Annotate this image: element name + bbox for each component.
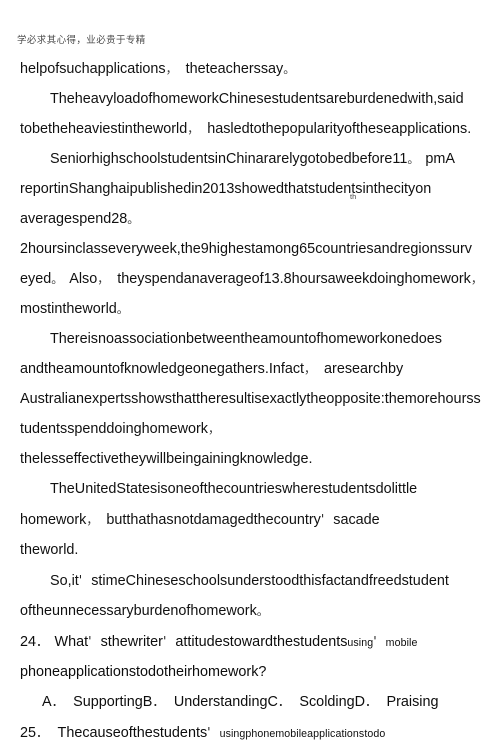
paragraph-line: TheUnitedStatesisoneofthecountrieswheres… xyxy=(20,474,483,504)
paragraph-line: Thereisnoassociationbetweentheamountofho… xyxy=(20,324,483,354)
cjk-period: 。 xyxy=(116,302,129,316)
line-text: andtheamountofknowledgeonegathers.Infact xyxy=(20,361,305,377)
line-text: oftheunnecessaryburdenofhomework xyxy=(20,603,257,619)
option-text-a[interactable]: Supporting xyxy=(73,694,143,710)
paragraph-line: Australianexpertsshowsthattheresultisexa… xyxy=(20,384,483,414)
paragraph-line: homework， butthathasnotdamagedthecountry'… xyxy=(20,504,483,535)
option-label-c[interactable]: C xyxy=(267,694,277,710)
line-text: mostintheworld xyxy=(20,301,117,317)
question-24-options: A． SupportingB． UnderstandingC． ScoldingD． P… xyxy=(20,687,483,717)
question-stem-small2: mobile xyxy=(385,637,418,649)
paragraph-line: 2hoursinclasseveryweek,the9highestamong6… xyxy=(20,234,483,264)
line-text: So,it xyxy=(50,573,79,589)
option-label-a[interactable]: A xyxy=(42,694,52,710)
document-page: 学必求其心得，业必贵于专精 helpofsuchapplications， the… xyxy=(0,0,500,741)
cjk-comma: ， xyxy=(187,122,200,136)
option-label-b[interactable]: B xyxy=(143,694,153,710)
paragraph-line: TheheavyloadofhomeworkChinesestudentsare… xyxy=(20,84,483,114)
cjk-comma: ， xyxy=(208,422,221,436)
line-text: tobetheheaviestintheworld xyxy=(20,121,188,137)
line-text-cont: butthathasnotdamagedthecountry xyxy=(106,512,321,528)
line-text: 2hoursinclasseveryweek,the9highestamong6… xyxy=(20,241,472,257)
option-label-d[interactable]: D xyxy=(355,694,365,710)
option-text-c[interactable]: Scolding xyxy=(299,694,354,710)
line-text-cont: aresearchby xyxy=(324,361,404,377)
line-text: Thereisnoassociationbetweentheamountofho… xyxy=(50,331,442,347)
apostrophe: ' xyxy=(373,633,377,648)
option-text-b[interactable]: Understanding xyxy=(174,694,268,710)
line-text: thelesseffectivetheywillbeingainingknowl… xyxy=(20,451,313,467)
line-text: reportinShanghaipublishedin2013showedtha… xyxy=(20,181,432,197)
question-stem-small: usingphonemobileapplicationstodo xyxy=(219,728,386,740)
line-text-cont: hasledtothepopularityoftheseapplications… xyxy=(207,121,472,137)
cjk-comma: ， xyxy=(86,513,99,527)
line-text: Australianexpertsshowsthattheresultisexa… xyxy=(20,391,481,407)
line-text: TheheavyloadofhomeworkChinesestudentsare… xyxy=(50,91,464,107)
line-text-cont: Also xyxy=(69,271,98,287)
question-number-separator: ． xyxy=(36,725,49,740)
paragraph-line: reportinShanghaipublishedin2013showedtha… xyxy=(20,174,483,204)
question-stem-text3: attitudestowardthestudents xyxy=(175,634,348,650)
paragraph-line: theworld. xyxy=(20,535,483,565)
cjk-period: 。 xyxy=(256,604,269,618)
line-text-cont: theteacherssay xyxy=(185,61,284,77)
paragraph-line: tudentsspenddoinghomework， xyxy=(20,414,483,444)
question-stem-text: What xyxy=(54,634,89,650)
paragraph-line: SeniorhighschoolstudentsinChinararelygot… xyxy=(20,144,483,174)
question-number: 24 xyxy=(20,634,37,650)
option-text-d[interactable]: Praising xyxy=(387,694,439,710)
superscript-th: th xyxy=(350,192,357,201)
paragraph-line: So,it' stimeChineseschoolsunderstoodthisf… xyxy=(20,565,483,596)
line-text-cont2: theyspendanaverageof13.8hoursaweekdoingh… xyxy=(117,271,471,287)
paragraph-line: thelesseffectivetheywillbeingainingknowl… xyxy=(20,444,483,474)
paragraph-line: mostintheworld。 xyxy=(20,294,483,324)
question-24-stem-line2: phoneapplicationstodotheirhomework? xyxy=(20,658,483,687)
cjk-comma: ， xyxy=(165,62,178,76)
line-text-cont: pmA xyxy=(425,151,455,167)
cjk-comma: ， xyxy=(470,272,483,286)
line-text-cont: stimeChineseschoolsunderstoodthisfactand… xyxy=(91,573,449,589)
question-number: 25 xyxy=(20,725,37,741)
paragraph-line: tobetheheaviestintheworld， hasledtothepop… xyxy=(20,114,483,144)
line-text-cont2: sacade xyxy=(333,512,380,528)
line-text: helpofsuchapplications xyxy=(20,61,166,77)
line-text: SeniorhighschoolstudentsinChinararelygot… xyxy=(50,151,408,167)
question-stem-continuation: phoneapplicationstodotheirhomework? xyxy=(20,664,267,680)
line-text: tudentsspenddoinghomework xyxy=(20,421,209,437)
question-stem-text: Thecauseofthestudents xyxy=(57,725,208,741)
line-text: eyed xyxy=(20,271,52,287)
line-text: TheUnitedStatesisoneofthecountrieswheres… xyxy=(50,481,418,497)
running-header: 学必求其心得，业必贵于专精 xyxy=(17,35,146,46)
question-24-stem: 24． What' sthewriter' attitudestowardthestu… xyxy=(20,626,483,658)
paragraph-line: th averagespend28。 xyxy=(20,193,483,234)
apostrophe: ' xyxy=(207,724,211,739)
question-25-stem: 25． Thecauseofthestudents' usingphonemobil… xyxy=(20,717,483,749)
cjk-period: 。 xyxy=(283,62,296,76)
line-text: averagespend28 xyxy=(20,211,128,227)
apostrophe: ' xyxy=(320,511,325,526)
cjk-period: 。 xyxy=(407,152,420,166)
question-stem-small: using xyxy=(347,637,374,649)
line-text: homework xyxy=(20,512,87,528)
paragraph-line: oftheunnecessaryburdenofhomework。 xyxy=(20,596,483,626)
cjk-comma: ， xyxy=(97,272,110,286)
paragraph-line: eyed。 Also， theyspendanaverageof13.8hoursa… xyxy=(20,264,483,294)
paragraph-line: andtheamountofknowledgeonegathers.Infact… xyxy=(20,354,483,384)
document-body: helpofsuchapplications， theteacherssay。 T… xyxy=(0,54,500,749)
apostrophe: ' xyxy=(88,633,92,648)
paragraph-line: helpofsuchapplications， theteacherssay。 xyxy=(20,54,483,84)
question-stem-text2: sthewriter xyxy=(100,634,163,650)
question-number-separator: ． xyxy=(36,634,49,649)
apostrophe: ' xyxy=(78,572,83,587)
cjk-period: 。 xyxy=(127,212,140,226)
cjk-comma: ， xyxy=(304,362,317,376)
line-text: theworld. xyxy=(20,542,79,558)
apostrophe: ' xyxy=(162,633,167,648)
cjk-period: 。 xyxy=(51,272,64,286)
